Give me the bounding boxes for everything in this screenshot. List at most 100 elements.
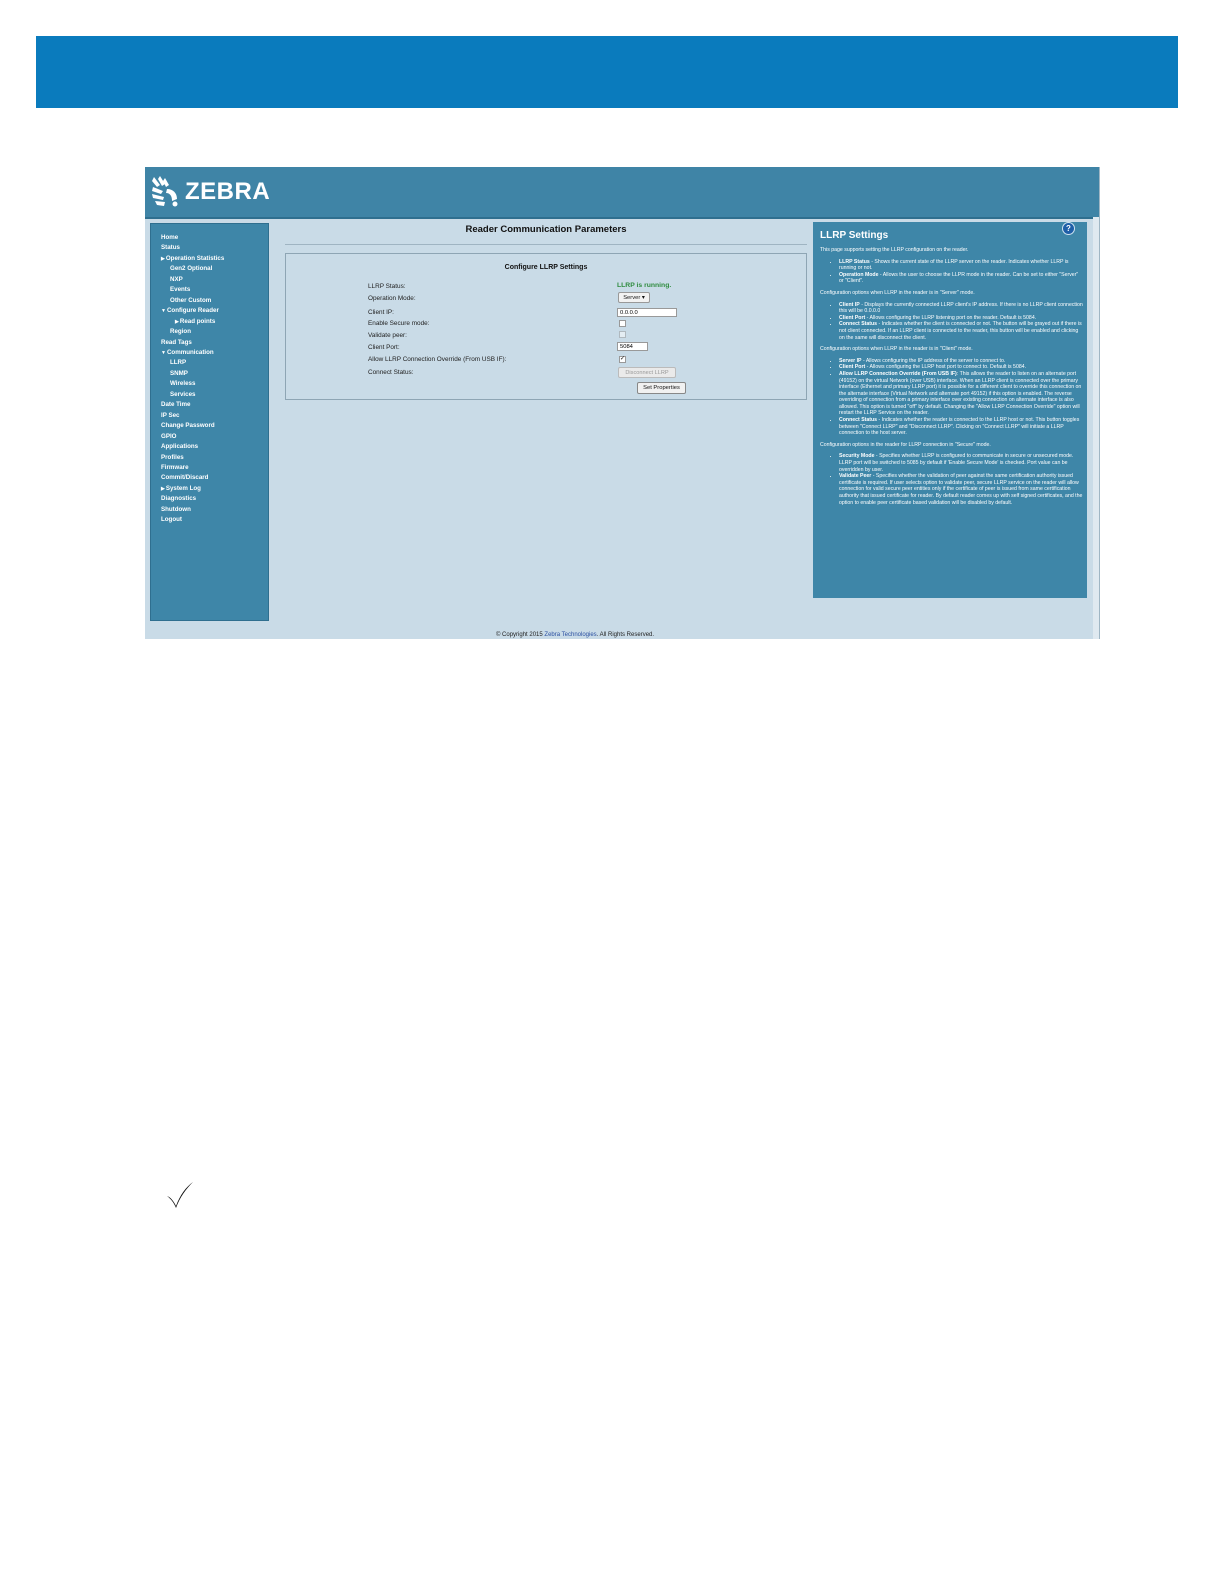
sidebar-item-label: GPIO — [161, 432, 177, 440]
copyright-suffix: . All Rights Reserved. — [596, 632, 655, 638]
sidebar-item-llrp[interactable]: LLRP — [151, 358, 268, 368]
sidebar-item-gpio[interactable]: GPIO — [151, 432, 268, 442]
sidebar-item-label: Configure Reader — [166, 307, 219, 315]
sidebar-item-applications[interactable]: Applications — [151, 442, 268, 452]
sidebar-item-read-tags[interactable]: Read Tags — [151, 338, 268, 348]
sidebar-item-firmware[interactable]: Firmware — [151, 463, 268, 473]
help-list-item: Client Port - Allows configuring the LLR… — [839, 315, 1084, 322]
sidebar-item-ip-sec[interactable]: IP Sec — [151, 411, 268, 421]
title-divider — [285, 244, 807, 245]
allow-override-checkbox[interactable]: ✓ — [619, 356, 626, 363]
sidebar-item-operation-statistics[interactable]: ▶Operation Statistics — [151, 254, 268, 264]
validate-peer-checkbox[interactable] — [619, 331, 626, 338]
sidebar-item-diagnostics[interactable]: Diagnostics — [151, 494, 268, 504]
client-port-label: Client Port: — [368, 344, 400, 351]
help-list-server: Client IP - Displays the currently conne… — [820, 302, 1084, 342]
sidebar-item-services[interactable]: Services — [151, 390, 268, 400]
llrp-status-label: LLRP Status: — [368, 283, 406, 290]
copyright-footer: © Copyright 2015 Zebra Technologies. All… — [145, 632, 1005, 638]
zebra-technologies-link[interactable]: Zebra Technologies — [544, 632, 596, 638]
sidebar-item-configure-reader[interactable]: ▼Configure Reader — [151, 306, 268, 316]
help-term: LLRP Status — [839, 258, 870, 265]
caret-right-icon: ▶ — [161, 255, 165, 262]
sidebar-item-label: Diagnostics — [161, 495, 197, 503]
sidebar-item-shutdown[interactable]: Shutdown — [151, 505, 268, 515]
sidebar-item-label: Profiles — [161, 453, 184, 461]
help-icon[interactable]: ? — [1062, 222, 1075, 235]
set-properties-button[interactable]: Set Properties — [637, 382, 686, 394]
logo-text: ZEBRA — [185, 178, 271, 205]
help-description: - Allows configuring the IP address of t… — [861, 357, 1006, 364]
help-description: - Specifies whether the validation of pe… — [839, 473, 1083, 506]
help-list-item: Server IP - Allows configuring the IP ad… — [839, 358, 1084, 365]
zebra-head-icon — [152, 176, 178, 207]
operation-mode-dropdown[interactable]: Server ▾ — [618, 292, 650, 303]
sidebar-item-label: Communication — [166, 348, 214, 356]
sidebar-item-read-points[interactable]: ▶Read points — [151, 317, 268, 327]
sidebar-item-label: IP Sec — [161, 411, 180, 419]
sidebar-item-label: Logout — [161, 516, 182, 524]
help-list-client: Server IP - Allows configuring the IP ad… — [820, 358, 1084, 437]
sidebar-item-label: Shutdown — [161, 505, 191, 513]
help-term: Connect Status — [839, 417, 878, 424]
sidebar-nav: Home Status ▶Operation Statistics Gen2 Opti… — [150, 223, 269, 621]
sidebar-item-label: Read Tags — [161, 338, 192, 346]
help-term: Client IP — [839, 301, 860, 308]
sidebar-item-gen2-optional[interactable]: Gen2 Optional — [151, 264, 268, 274]
sidebar-item-label: Events — [170, 286, 191, 294]
copyright-prefix: © Copyright 2015 — [495, 632, 545, 638]
sidebar-item-events[interactable]: Events — [151, 285, 268, 295]
help-term: Client Port — [839, 314, 866, 321]
sidebar-item-region[interactable]: Region — [151, 327, 268, 337]
client-port-field[interactable] — [617, 342, 648, 351]
caret-down-icon: ▼ — [161, 349, 166, 356]
help-list-item: Client Port - Allows configuring the LLR… — [839, 364, 1084, 371]
zebra-logo: ZEBRA — [151, 175, 270, 209]
sidebar-item-status[interactable]: Status — [151, 243, 268, 253]
help-server-heading: Configuration options when LLRP in the r… — [820, 289, 975, 296]
help-title: LLRP Settings — [820, 230, 889, 241]
sidebar-item-profiles[interactable]: Profiles — [151, 453, 268, 463]
reader-web-console: ZEBRA Home Status ▶Operation Statistics Gen… — [145, 167, 1100, 639]
sidebar-item-label: Region — [170, 328, 191, 336]
caret-right-icon: ▶ — [161, 485, 165, 492]
help-list-item: Allow LLRP Connection Override (From USB… — [839, 371, 1084, 417]
page-scrollbar[interactable] — [1093, 217, 1099, 639]
help-panel: ? LLRP Settings This page supports setti… — [813, 222, 1087, 598]
sidebar-item-date-time[interactable]: Date Time — [151, 400, 268, 410]
sidebar-item-system-log[interactable]: ▶System Log — [151, 484, 268, 494]
sidebar-item-label: Commit/Discard — [161, 474, 209, 482]
help-description: - Specifies whether LLRP is configured t… — [839, 453, 1074, 473]
enable-secure-checkbox[interactable] — [619, 320, 626, 327]
sidebar-item-other-custom[interactable]: Other Custom — [151, 296, 268, 306]
sidebar-item-label: SNMP — [170, 369, 188, 377]
help-list-item: Validate Peer - Specifies whether the va… — [839, 473, 1084, 506]
sidebar-item-label: Change Password — [161, 422, 215, 430]
sidebar-item-label: LLRP — [170, 359, 187, 367]
sidebar-item-change-password[interactable]: Change Password — [151, 421, 268, 431]
sidebar-item-commit-discard[interactable]: Commit/Discard — [151, 473, 268, 483]
app-header: ZEBRA — [145, 167, 1099, 219]
form-heading: Configure LLRP Settings — [504, 264, 588, 271]
validate-peer-label: Validate peer: — [368, 332, 407, 339]
client-ip-field[interactable] — [617, 308, 677, 317]
sidebar-item-home[interactable]: Home — [151, 233, 268, 243]
help-term: Client Port — [839, 364, 866, 371]
enable-secure-label: Enable Secure mode: — [368, 320, 430, 327]
help-list-item: Connect Status - Indicates whether the c… — [839, 321, 1084, 341]
caret-right-icon: ▶ — [175, 318, 179, 325]
help-list-general: LLRP Status - Shows the current state of… — [820, 259, 1084, 285]
help-client-heading: Configuration options when LLRP in the r… — [820, 346, 973, 353]
sidebar-item-label: Wireless — [170, 380, 196, 388]
help-description: - Allows configuring the LLRP host port … — [865, 364, 1027, 371]
sidebar-item-wireless[interactable]: Wireless — [151, 379, 268, 389]
operation-mode-label: Operation Mode: — [368, 295, 416, 302]
sidebar-item-logout[interactable]: Logout — [151, 515, 268, 525]
sidebar-item-label: Date Time — [161, 401, 191, 409]
sidebar-item-communication[interactable]: ▼Communication — [151, 348, 268, 358]
sidebar-item-label: System Log — [165, 484, 201, 492]
disconnect-llrp-button[interactable]: Disconnect LLRP — [618, 367, 676, 378]
sidebar-item-nxp[interactable]: NXP — [151, 275, 268, 285]
sidebar-item-snmp[interactable]: SNMP — [151, 369, 268, 379]
connect-status-label: Connect Status: — [368, 369, 414, 376]
